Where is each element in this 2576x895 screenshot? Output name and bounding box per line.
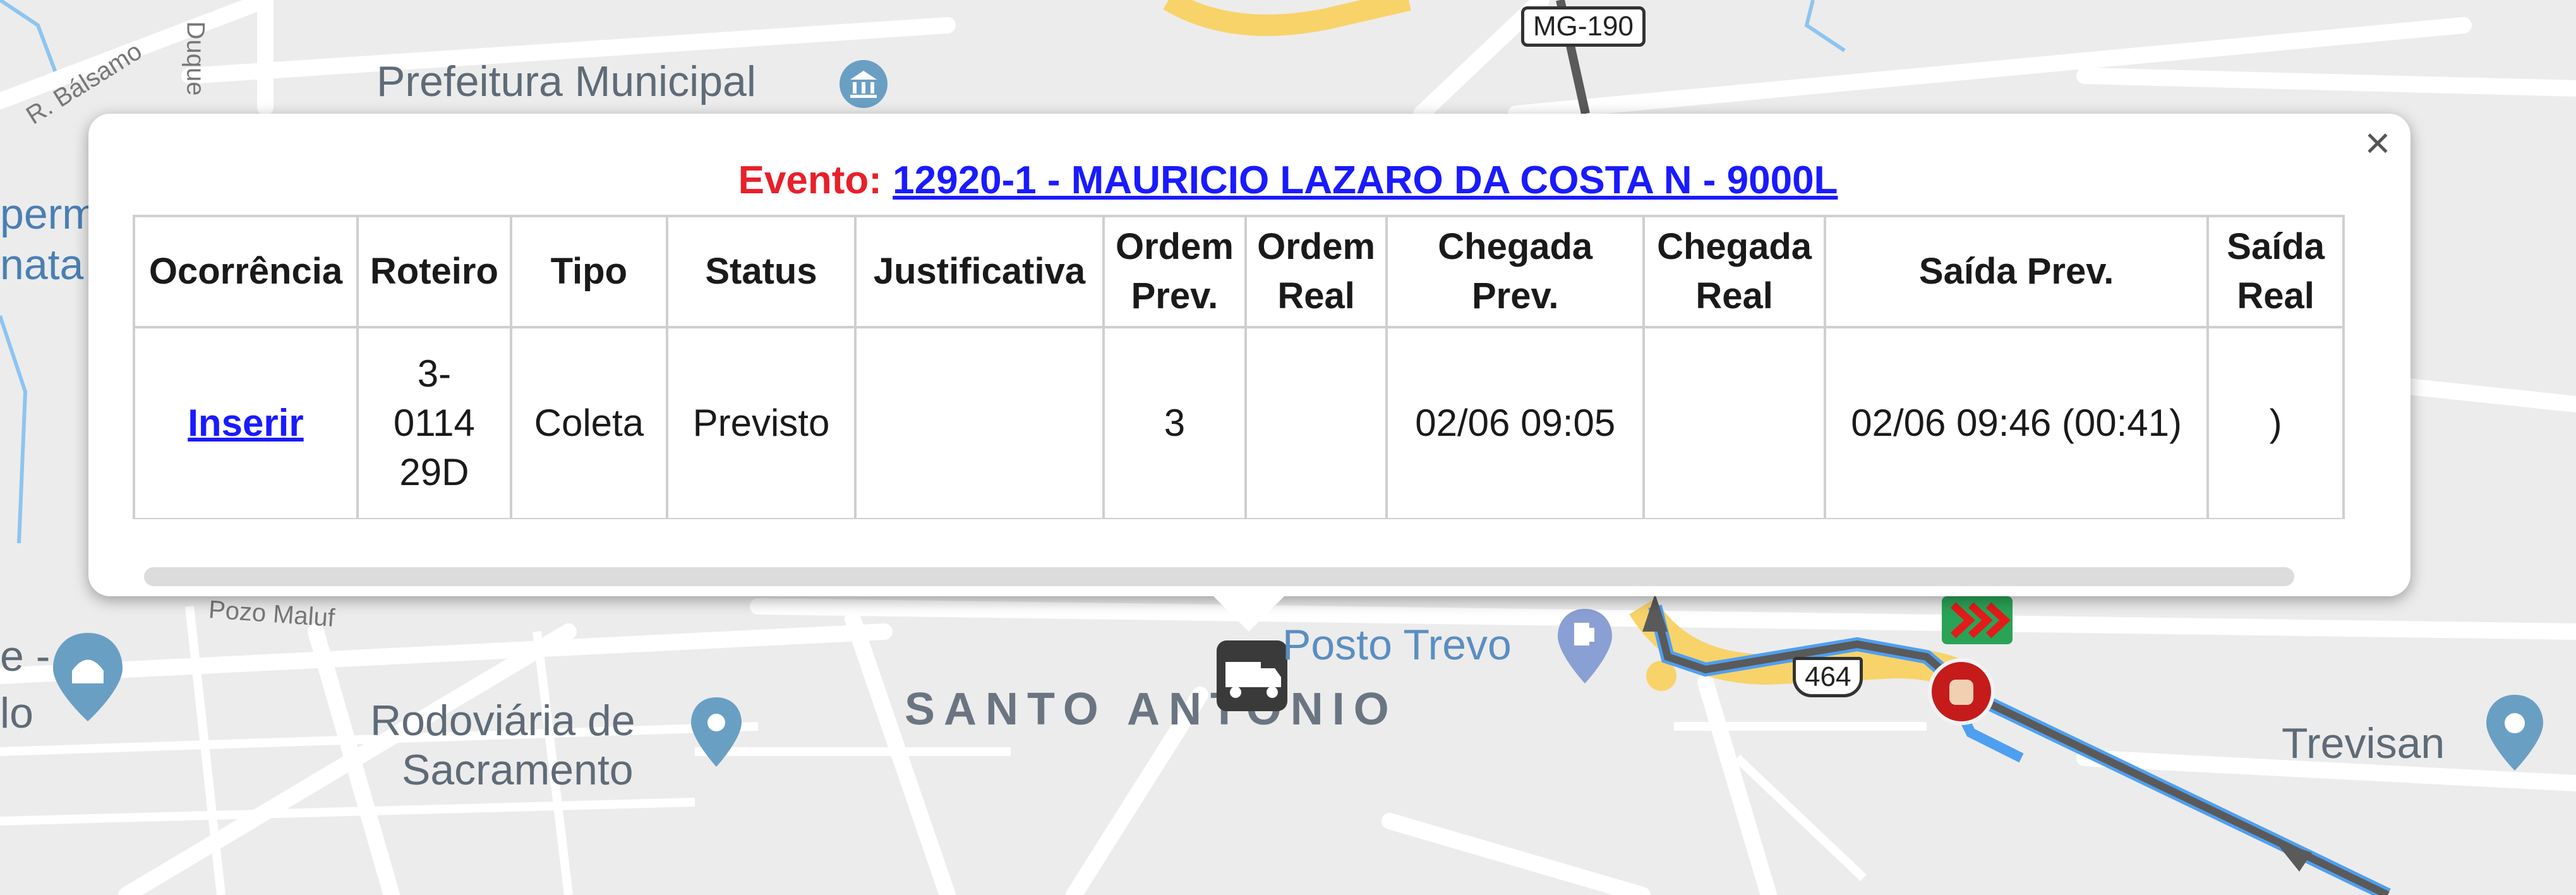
bus-station-pin-icon[interactable] <box>691 697 742 770</box>
header-ordem-prev-line2: Prev. <box>1131 275 1219 316</box>
cell-chegada-real <box>1642 326 1826 519</box>
posto-trevo-label: Posto Trevo <box>1282 621 1512 669</box>
left-edge-label-2: nata <box>0 241 84 289</box>
horizontal-scrollbar[interactable] <box>144 567 2294 586</box>
prefeitura-label: Prefeitura Municipal <box>376 57 756 105</box>
roteiro-line1: 3- <box>417 352 452 395</box>
speed-chevrons-icon[interactable] <box>1942 596 2013 647</box>
header-chegada-prev-line2: Prev. <box>1471 275 1559 316</box>
header-ordem-prev-line1: Ordem <box>1115 226 1234 267</box>
header-ocorrencia: Ocorrência <box>133 215 359 328</box>
header-roteiro: Roteiro <box>356 215 512 328</box>
location-pin-icon[interactable] <box>53 633 123 724</box>
header-chegada-real-line2: Real <box>1695 275 1773 316</box>
events-table: Ocorrência Roteiro Tipo Status Justifica… <box>133 215 2345 519</box>
header-ordem-prev: Ordem Prev. <box>1102 215 1247 328</box>
header-ordem-real: Ordem Real <box>1244 215 1388 328</box>
cell-roteiro: 3- 0114 29D <box>356 326 512 519</box>
rodoviaria-label-line1: Rodoviária de <box>370 697 635 745</box>
cell-ordem-real <box>1244 326 1388 519</box>
table-header-row: Ocorrência Roteiro Tipo Status Justifica… <box>133 215 2345 328</box>
event-title: Evento: 12920-1 - MAURICIO LAZARO DA COS… <box>0 158 2576 203</box>
event-link[interactable]: 12920-1 - MAURICIO LAZARO DA COSTA N - 9… <box>893 159 1838 202</box>
left-edge-label-3: e - <box>0 632 51 680</box>
cell-chegada-prev: 02/06 09:05 <box>1385 326 1646 519</box>
rodoviaria-label-line2: Sacramento <box>402 746 634 794</box>
cell-tipo: Coleta <box>509 326 668 519</box>
header-tipo: Tipo <box>509 215 668 328</box>
event-label: Evento: <box>738 159 882 202</box>
header-chegada-prev: Chegada Prev. <box>1385 215 1646 328</box>
header-chegada-prev-line1: Chegada <box>1438 226 1593 267</box>
left-edge-label-4: lo <box>0 689 33 737</box>
highway-shield-mg190: MG-190 <box>1521 6 1646 47</box>
roteiro-line2: 0114 <box>393 402 475 444</box>
header-chegada-real: Chegada Real <box>1642 215 1826 328</box>
header-status: Status <box>665 215 857 328</box>
cell-status: Previsto <box>665 326 857 519</box>
header-justificativa: Justificativa <box>854 215 1105 328</box>
cell-ordem-prev: 3 <box>1102 326 1247 519</box>
table-row: Inserir 3- 0114 29D Coleta Previsto 3 02/0… <box>133 326 2345 519</box>
info-window-tail <box>1212 595 1285 632</box>
location-pin-icon[interactable] <box>2486 695 2543 774</box>
header-ordem-real-line1: Ordem <box>1257 226 1376 267</box>
stop-hand-icon[interactable] <box>1927 657 1996 730</box>
truck-marker-icon[interactable] <box>1214 638 1290 717</box>
events-table-container[interactable]: Ocorrência Roteiro Tipo Status Justifica… <box>133 215 2345 519</box>
header-saida-prev: Saída Prev. <box>1823 215 2210 328</box>
cell-ocorrencia: Inserir <box>133 326 359 519</box>
area-label-santo-antonio: SANTO ANTONIO <box>905 684 1398 735</box>
header-saida-real-line2: Real <box>2237 275 2314 316</box>
cell-saida-real: ) <box>2206 326 2345 519</box>
roteiro-line3: 29D <box>399 451 469 493</box>
header-ordem-real-line2: Real <box>1277 275 1355 316</box>
street-label-duque: Duque <box>181 21 210 96</box>
cell-saida-prev: 02/06 09:46 (00:41) <box>1823 326 2210 519</box>
trevisan-label: Trevisan <box>2282 719 2445 767</box>
gas-station-pin-icon[interactable] <box>1558 609 1612 687</box>
header-chegada-real-line1: Chegada <box>1657 226 1812 267</box>
header-saida-real-line1: Saída <box>2227 226 2325 267</box>
highway-shield-464: 464 <box>1793 657 1863 697</box>
cell-justificativa <box>854 326 1105 519</box>
inserir-link[interactable]: Inserir <box>188 402 303 444</box>
header-saida-real: Saída Real <box>2206 215 2345 328</box>
government-building-icon[interactable] <box>838 58 889 113</box>
